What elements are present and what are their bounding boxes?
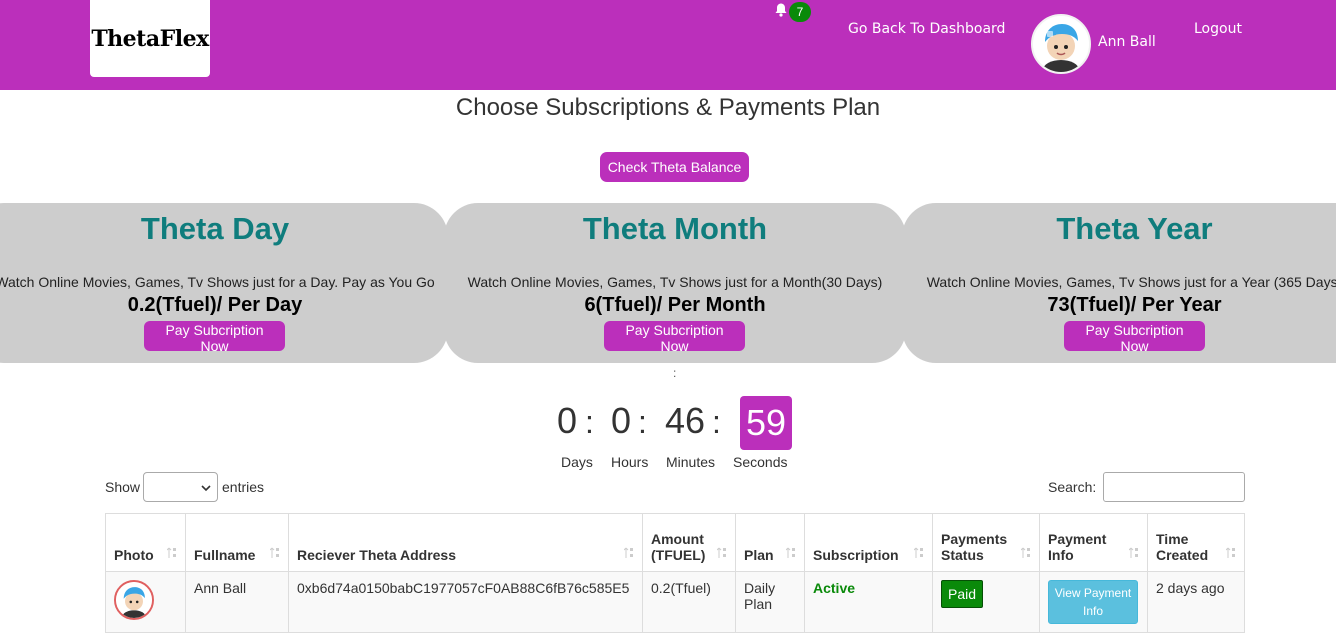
notification-badge: 7 xyxy=(789,2,811,22)
logo[interactable]: ThetaFlex xyxy=(90,0,210,77)
dashboard-link[interactable]: Go Back To Dashboard xyxy=(848,21,1005,37)
column-header-time-created[interactable]: Time Created xyxy=(1147,513,1245,572)
view-payment-info-button[interactable]: View Payment Info xyxy=(1048,580,1138,624)
fullname-cell: Ann Ball xyxy=(185,571,289,633)
amount-cell: 0.2(Tfuel) xyxy=(642,571,736,633)
search-input[interactable] xyxy=(1103,472,1245,502)
top-navbar: ThetaFlex 7 Go Back To Dashboard Ann Bal… xyxy=(0,0,1336,90)
page-title: Choose Subscriptions & Payments Plan xyxy=(455,94,881,121)
sort-icon xyxy=(786,547,795,558)
sort-icon xyxy=(1021,547,1030,558)
plan-card-day: Theta Day Watch Online Movies, Games, Tv… xyxy=(0,203,448,363)
status-badge: Paid xyxy=(941,580,984,608)
user-avatar-icon xyxy=(116,582,152,618)
sort-icon xyxy=(167,547,176,558)
time-created-cell: 2 days ago xyxy=(1147,571,1245,633)
logo-text: ThetaFlex xyxy=(91,25,209,52)
separator-text: : xyxy=(673,366,677,380)
plan-price: 73(Tfuel)/ Per Year xyxy=(1047,294,1222,316)
plan-title: Theta Year xyxy=(1056,211,1213,246)
user-name[interactable]: Ann Ball xyxy=(1098,34,1156,50)
column-header-photo[interactable]: Photo xyxy=(105,513,186,572)
countdown-label-minutes: Minutes xyxy=(666,454,716,470)
entries-select[interactable] xyxy=(143,472,218,502)
column-header-subscription[interactable]: Subscription xyxy=(804,513,933,572)
payments-table: Photo Fullname Reciever Theta Address Am… xyxy=(105,513,1245,633)
column-header-payment-status[interactable]: Payments Status xyxy=(932,513,1040,572)
countdown-seconds: 59 xyxy=(740,396,792,450)
avatar xyxy=(114,580,154,620)
logout-link[interactable]: Logout xyxy=(1194,21,1242,37)
countdown-hours: 0 xyxy=(611,400,632,441)
payment-status-cell: Paid xyxy=(932,571,1040,633)
plan-card-year: Theta Year Watch Online Movies, Games, T… xyxy=(902,203,1336,363)
avatar[interactable] xyxy=(1031,14,1091,74)
plan-description: Watch Online Movies, Games, Tv Shows jus… xyxy=(467,274,883,290)
sort-icon xyxy=(914,547,923,558)
entries-label: entries xyxy=(222,479,265,495)
photo-cell xyxy=(105,571,186,633)
countdown-label-seconds: Seconds xyxy=(733,454,788,470)
countdown-separator: : xyxy=(585,404,594,440)
bell-icon[interactable] xyxy=(773,2,789,18)
countdown-label-hours: Hours xyxy=(611,454,649,470)
plan-price: 6(Tfuel)/ Per Month xyxy=(584,294,766,316)
check-balance-button[interactable]: Check Theta Balance xyxy=(600,152,749,182)
plan-price: 0.2(Tfuel)/ Per Day xyxy=(127,294,303,316)
payment-info-cell: View Payment Info xyxy=(1039,571,1148,633)
sort-icon xyxy=(270,547,279,558)
plan-title: Theta Day xyxy=(140,211,290,246)
search-label: Search: xyxy=(1048,479,1097,495)
countdown-days: 0 xyxy=(557,400,578,441)
plan-title: Theta Month xyxy=(582,211,768,246)
column-header-address[interactable]: Reciever Theta Address xyxy=(288,513,643,572)
plan-description: Watch Online Movies, Games, Tv Shows jus… xyxy=(926,274,1336,290)
pay-subscription-button[interactable]: Pay Subcription Now xyxy=(604,321,745,354)
sort-icon xyxy=(1226,547,1235,558)
countdown-separator: : xyxy=(638,404,647,440)
column-header-payment-info[interactable]: Payment Info xyxy=(1039,513,1148,572)
plan-cell: Daily Plan xyxy=(735,571,805,633)
column-header-fullname[interactable]: Fullname xyxy=(185,513,289,572)
subscription-status: Active xyxy=(813,580,856,596)
sort-icon xyxy=(624,547,633,558)
countdown-separator: : xyxy=(712,404,721,440)
pay-subscription-button[interactable]: Pay Subcription Now xyxy=(144,321,285,354)
table-row: Ann Ball 0xb6d74a0150babC1977057cF0AB88C… xyxy=(105,571,1245,633)
column-header-amount[interactable]: Amount (TFUEL) xyxy=(642,513,736,572)
countdown-label-days: Days xyxy=(561,454,593,470)
subscription-cell: Active xyxy=(804,571,933,633)
plan-description: Watch Online Movies, Games, Tv Shows jus… xyxy=(0,274,435,290)
countdown-minutes: 46 xyxy=(665,400,706,441)
chevron-down-icon xyxy=(201,485,211,492)
show-label: Show xyxy=(105,479,141,495)
pay-subscription-button[interactable]: Pay Subcription Now xyxy=(1064,321,1205,354)
user-avatar-icon xyxy=(1033,16,1089,72)
column-header-plan[interactable]: Plan xyxy=(735,513,805,572)
sort-icon xyxy=(1129,547,1138,558)
address-cell: 0xb6d74a0150babC1977057cF0AB88C6fB76c585… xyxy=(288,571,643,633)
sort-icon xyxy=(717,547,726,558)
plan-card-month: Theta Month Watch Online Movies, Games, … xyxy=(444,203,906,363)
